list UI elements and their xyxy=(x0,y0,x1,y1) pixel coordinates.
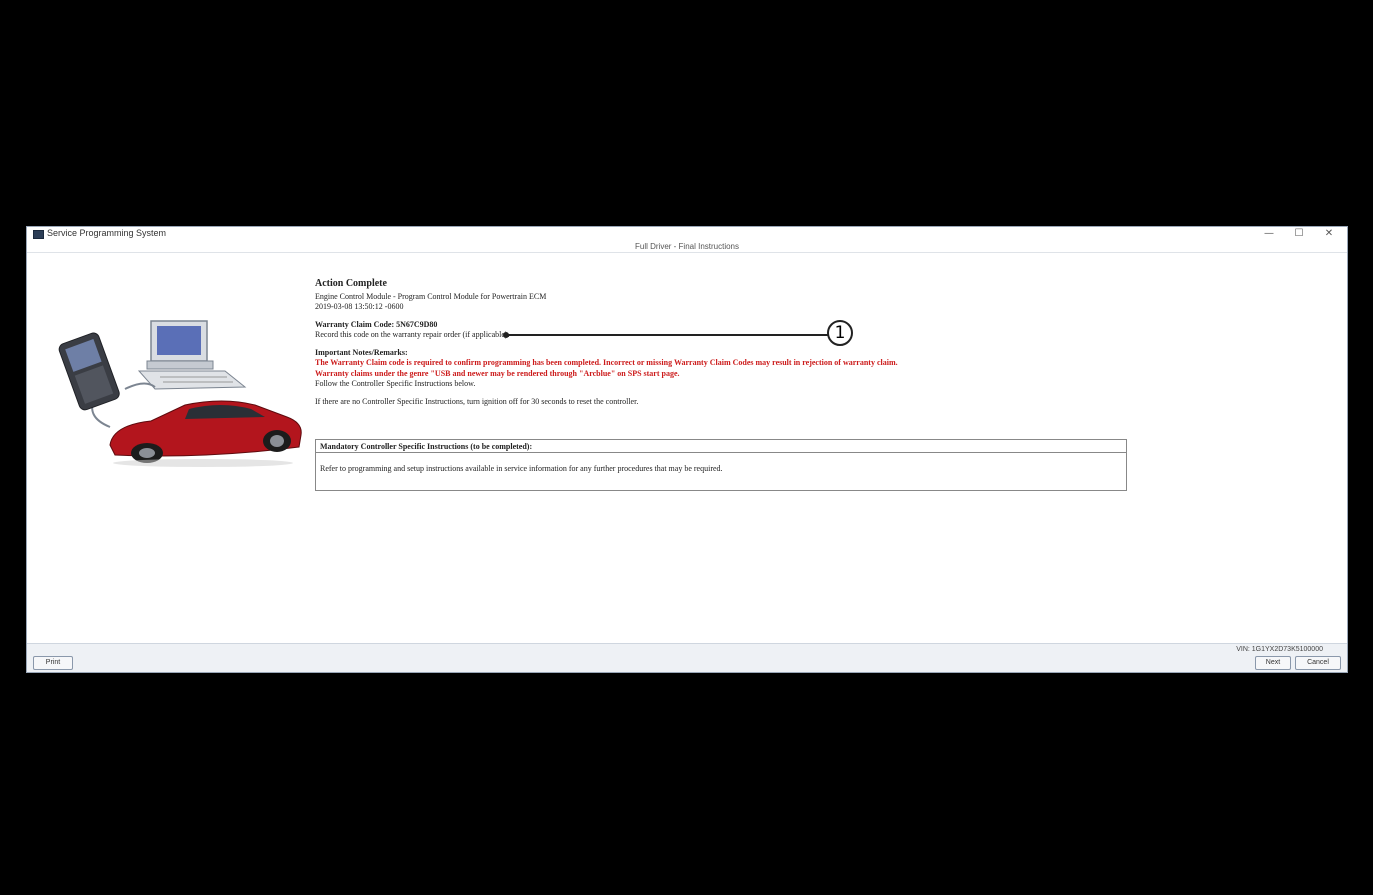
tool-and-vehicle-illustration xyxy=(58,320,302,467)
instructions-panel: Action Complete Engine Control Module - … xyxy=(315,278,1245,407)
box-header: Mandatory Controller Specific Instructio… xyxy=(316,440,1126,453)
timestamp: 2019-03-08 13:50:12 -0600 xyxy=(315,302,404,311)
car-icon xyxy=(109,400,302,467)
follow-instructions: Follow the Controller Specific Instructi… xyxy=(315,379,476,388)
notes-heading: Important Notes/Remarks: xyxy=(315,347,408,357)
screen-subtitle: Full Driver - Final Instructions xyxy=(634,242,740,251)
maximize-button[interactable]: ☐ xyxy=(1285,227,1313,241)
next-button[interactable]: Next xyxy=(1255,656,1291,670)
callout-number: 1 xyxy=(827,320,853,346)
warning-text-1: The Warranty Claim code is required to c… xyxy=(315,358,898,367)
ignition-instructions: If there are no Controller Specific Inst… xyxy=(315,396,639,406)
app-title: Service Programming System xyxy=(47,228,167,238)
divider xyxy=(27,252,1347,253)
minimize-button[interactable]: — xyxy=(1255,227,1283,241)
scan-tool-icon xyxy=(58,332,120,411)
app-icon xyxy=(33,230,44,239)
action-complete-heading: Action Complete xyxy=(315,278,387,289)
vin-label: VIN: 1G1YX2D73K5100000 xyxy=(1236,646,1323,653)
box-body: Refer to programming and setup instructi… xyxy=(320,464,723,473)
computer-icon xyxy=(137,320,247,390)
title-bar: Service Programming System — ☐ ✕ xyxy=(27,227,1347,241)
cancel-button[interactable]: Cancel xyxy=(1295,656,1341,670)
close-button[interactable]: ✕ xyxy=(1315,227,1343,241)
print-button[interactable]: Print xyxy=(33,656,73,670)
controller-instructions-box: Mandatory Controller Specific Instructio… xyxy=(315,439,1127,491)
warning-text-2: Warranty claims under the genre "USB and… xyxy=(315,368,680,378)
footer-bar: VIN: 1G1YX2D73K5100000 Print Next Cancel xyxy=(27,643,1347,672)
application-window: Service Programming System — ☐ ✕ Full Dr… xyxy=(26,226,1348,673)
callout-line xyxy=(507,334,829,336)
module-line: Engine Control Module - Program Control … xyxy=(315,291,547,301)
warranty-claim-code: Warranty Claim Code: 5N67C9D80 xyxy=(315,319,438,329)
